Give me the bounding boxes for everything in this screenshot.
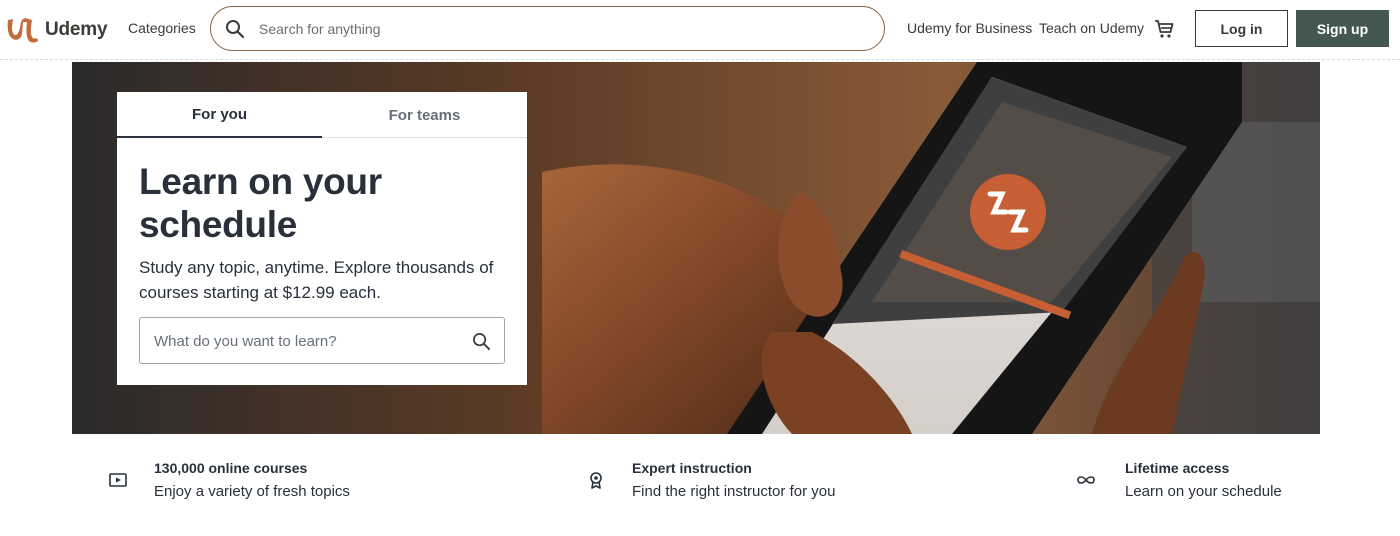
feature-lifetime-access: Lifetime access Learn on your schedule — [1076, 460, 1326, 504]
logo-text: Udemy — [45, 19, 108, 40]
header-search-bar[interactable] — [210, 6, 885, 51]
hero-search-box[interactable] — [139, 317, 505, 364]
tab-for-you[interactable]: For you — [117, 92, 322, 138]
feature-title: Expert instruction — [632, 460, 752, 476]
audience-tabs: For you For teams — [117, 92, 527, 138]
feature-description: Learn on your schedule — [1125, 483, 1282, 500]
udemy-logo[interactable]: Udemy — [4, 14, 108, 46]
feature-expert-instruction: Expert instruction Find the right instru… — [586, 460, 886, 504]
video-player-icon — [109, 473, 127, 487]
infinity-icon — [1077, 476, 1095, 484]
udemy-for-business-link[interactable]: Udemy for Business — [907, 20, 1032, 36]
sign-up-button[interactable]: Sign up — [1296, 10, 1389, 47]
teach-on-udemy-link[interactable]: Teach on Udemy — [1039, 20, 1144, 36]
hero-title: Learn on your schedule — [139, 161, 382, 245]
shopping-cart-icon[interactable] — [1153, 18, 1175, 40]
header-search-input[interactable] — [259, 17, 859, 41]
feature-description: Find the right instructor for you — [632, 483, 836, 500]
feature-online-courses: 130,000 online courses Enjoy a variety o… — [108, 460, 408, 504]
categories-menu[interactable]: Categories — [128, 20, 196, 36]
search-icon[interactable] — [225, 19, 245, 39]
hero-subtitle: Study any topic, anytime. Explore thousa… — [139, 258, 494, 302]
hero-card: For you For teams Learn on your schedule… — [117, 92, 527, 385]
udemy-logo-mark-icon — [7, 18, 38, 43]
feature-title: Lifetime access — [1125, 460, 1230, 476]
search-icon[interactable] — [472, 332, 491, 351]
top-navigation-bar: Udemy Categories Udemy for Business Teac… — [0, 0, 1400, 60]
feature-description: Enjoy a variety of fresh topics — [154, 483, 350, 500]
tab-for-teams[interactable]: For teams — [322, 92, 527, 138]
log-in-button[interactable]: Log in — [1195, 10, 1288, 47]
hero-banner: For you For teams Learn on your schedule… — [72, 62, 1320, 434]
feature-title: 130,000 online courses — [154, 460, 308, 476]
award-ribbon-icon — [590, 472, 602, 489]
hero-search-input[interactable] — [154, 330, 454, 352]
